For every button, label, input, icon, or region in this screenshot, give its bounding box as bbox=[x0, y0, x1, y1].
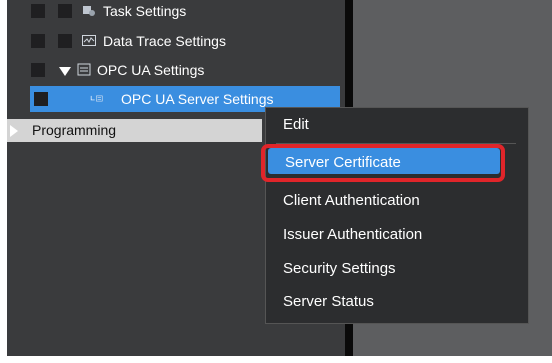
tree-item-label: OPC UA Settings bbox=[97, 62, 205, 78]
window-frame: Task Settings Data Trace Settings OPC UA… bbox=[7, 0, 552, 356]
opc-ua-server-icon bbox=[90, 95, 103, 102]
tree-item-label: Programming bbox=[32, 122, 117, 138]
tree-item-label: OPC UA Server Settings bbox=[121, 91, 274, 107]
tree-checkbox bbox=[31, 4, 45, 18]
menu-item-server-status[interactable]: Server Status bbox=[266, 285, 528, 318]
tree-item-task-settings[interactable]: Task Settings bbox=[7, 0, 345, 24]
menu-item-client-authentication[interactable]: Client Authentication bbox=[266, 184, 528, 217]
tree-item-programming[interactable]: Programming bbox=[7, 119, 262, 142]
menu-item-label: Security Settings bbox=[283, 260, 396, 277]
tree-item-opc-ua-settings[interactable]: OPC UA Settings bbox=[7, 57, 345, 83]
menu-item-label: Issuer Authentication bbox=[283, 226, 423, 243]
menu-item-label: Client Authentication bbox=[283, 192, 420, 209]
tree-item-label: Task Settings bbox=[103, 3, 187, 19]
task-settings-icon bbox=[83, 6, 95, 16]
tree-checkbox bbox=[58, 34, 72, 48]
tree-checkbox bbox=[31, 34, 45, 48]
menu-item-label: Server Certificate bbox=[285, 154, 401, 171]
menu-item-label: Edit bbox=[283, 116, 309, 133]
expand-arrow-icon[interactable] bbox=[10, 125, 18, 137]
menu-item-label: Server Status bbox=[283, 293, 374, 310]
tree-item-data-trace-settings[interactable]: Data Trace Settings bbox=[7, 28, 345, 54]
menu-item-security-settings[interactable]: Security Settings bbox=[266, 252, 528, 285]
opc-ua-icon bbox=[77, 63, 91, 76]
menu-item-edit[interactable]: Edit bbox=[266, 108, 528, 141]
tree-checkbox bbox=[58, 4, 72, 18]
data-trace-icon bbox=[82, 35, 96, 46]
expand-arrow-icon[interactable] bbox=[59, 67, 71, 76]
context-menu: Edit Server Certificate Client Authentic… bbox=[261, 107, 529, 324]
menu-item-server-certificate[interactable]: Server Certificate bbox=[261, 144, 528, 182]
tree-checkbox bbox=[34, 92, 48, 106]
menu-item-issuer-authentication[interactable]: Issuer Authentication bbox=[266, 218, 528, 251]
tree-item-label: Data Trace Settings bbox=[103, 33, 226, 49]
tree-checkbox bbox=[31, 63, 45, 77]
